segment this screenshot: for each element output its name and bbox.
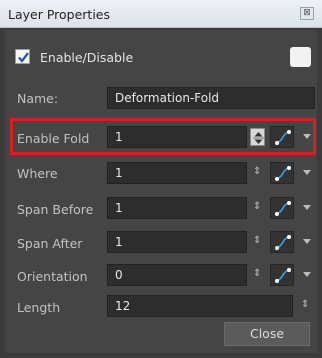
- window-title: Layer Properties: [8, 7, 110, 22]
- span-after-spin-icon[interactable]: ⇕: [253, 235, 261, 246]
- close-button[interactable]: Close: [224, 322, 310, 346]
- span-before-function-icon[interactable]: [270, 197, 294, 219]
- name-field[interactable]: Deformation-Fold: [107, 87, 315, 109]
- span-before-label: Span Before: [17, 202, 94, 217]
- where-field[interactable]: 1: [107, 162, 247, 184]
- orientation-field[interactable]: 0: [107, 264, 247, 286]
- span-after-function-icon[interactable]: [270, 231, 294, 253]
- enable-disable-checkbox[interactable]: [15, 49, 30, 64]
- window-titlebar: Layer Properties ⊠: [0, 0, 322, 28]
- where-label: Where: [17, 166, 58, 181]
- span-after-field[interactable]: 1: [107, 231, 247, 253]
- length-spin-icon[interactable]: ⇕: [301, 299, 309, 310]
- orientation-function-icon[interactable]: [270, 264, 294, 286]
- span-before-chevron-down-icon[interactable]: [303, 205, 311, 210]
- span-after-label: Span After: [17, 236, 83, 251]
- name-label: Name:: [17, 91, 59, 106]
- window-close-icon[interactable]: ⊠: [300, 7, 314, 20]
- span-before-spin-icon[interactable]: ⇕: [253, 201, 261, 212]
- where-spin-icon[interactable]: ⇕: [253, 166, 261, 177]
- layer-color-swatch[interactable]: [290, 47, 311, 67]
- enable-disable-label: Enable/Disable: [40, 50, 134, 65]
- enable-fold-highlight: [10, 118, 316, 155]
- orientation-spin-icon[interactable]: ⇕: [253, 268, 261, 279]
- orientation-label: Orientation: [17, 269, 88, 284]
- orientation-chevron-down-icon[interactable]: [303, 272, 311, 277]
- where-function-icon[interactable]: [270, 162, 294, 184]
- checkmark-icon: [18, 52, 29, 63]
- span-before-field[interactable]: 1: [107, 197, 247, 219]
- length-label: Length: [17, 300, 61, 315]
- span-after-chevron-down-icon[interactable]: [303, 239, 311, 244]
- where-chevron-down-icon[interactable]: [303, 170, 311, 175]
- length-field[interactable]: 12: [107, 295, 293, 317]
